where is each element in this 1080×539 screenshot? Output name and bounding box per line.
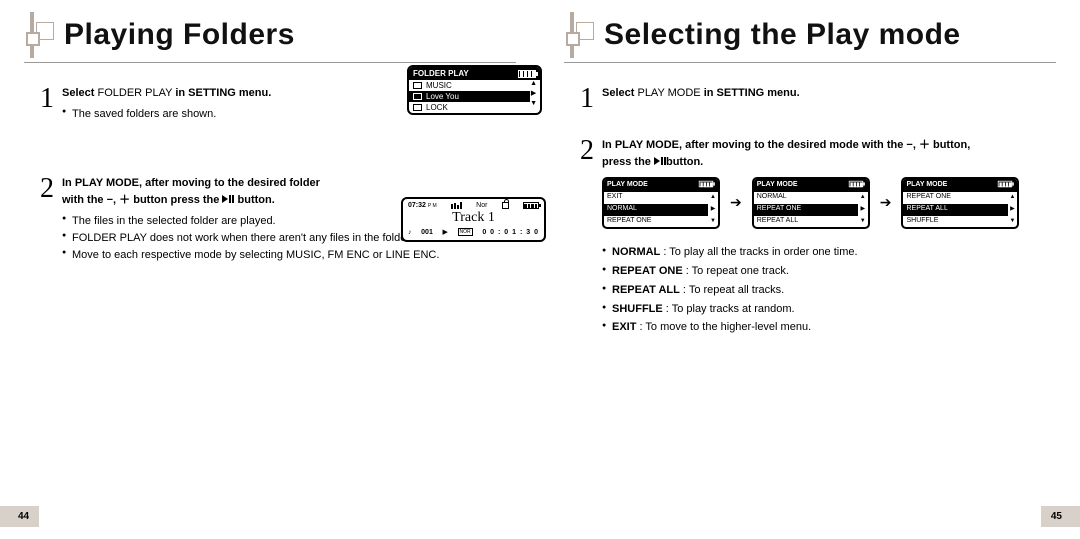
folder-icon: [413, 104, 422, 111]
list-item-selected: REPEAT ALL: [903, 204, 1007, 216]
play-pause-icon: [654, 157, 666, 165]
desc-item: REPEAT ALL : To repeat all tracks.: [602, 281, 1040, 300]
heading-row: Selecting the Play mode: [540, 0, 1080, 58]
manual-spread: Playing Folders 1 Select FOLDER PLAY in …: [0, 0, 1080, 539]
scroll-arrows-icon: ▲▶▼: [708, 192, 718, 228]
desc-item: REPEAT ONE : To repeat one track.: [602, 262, 1040, 281]
lead-post: button.: [234, 194, 274, 206]
folder-play-screen: FOLDER PLAY MUSIC Love You LOCK ▲▶▼: [407, 65, 542, 115]
page-number: 45: [1041, 506, 1080, 527]
battery-icon: [699, 181, 713, 187]
page-right: Selecting the Play mode 1 Select PLAY MO…: [540, 0, 1080, 539]
desc-item: SHUFFLE : To play tracks at random.: [602, 300, 1040, 319]
scroll-arrows-icon: ▲▶▼: [530, 80, 540, 113]
battery-icon: [518, 70, 536, 78]
lead-pre: with the: [62, 194, 107, 206]
play-pause-icon: [222, 195, 234, 203]
list-item: SHUFFLE: [903, 216, 1007, 228]
list-item: REPEAT ALL: [754, 216, 858, 228]
play-mode-screen: PLAY MODE NORMAL REPEAT ONE REPEAT ALL ▲…: [752, 177, 870, 229]
mode-descriptions: NORMAL : To play all the tracks in order…: [602, 243, 1040, 336]
lock-icon: [502, 202, 509, 209]
step-number: 2: [580, 137, 594, 165]
lcd-title: PLAY MODE: [757, 180, 798, 191]
play-icon: ▶: [443, 228, 448, 236]
lcd-title: PLAY MODE: [906, 180, 947, 191]
list-item: REPEAT ONE: [903, 192, 1007, 204]
arrow-right-icon: ➔: [880, 192, 892, 214]
note-icon: ♪: [408, 229, 412, 236]
step1-lead: Select PLAY MODE in SETTING menu.: [602, 85, 1040, 102]
lead-bold: Select: [62, 87, 94, 99]
eq-label: Nor: [476, 202, 487, 209]
step-number: 2: [40, 175, 54, 203]
elapsed-time: 0 0 : 0 1 : 3 0: [482, 229, 539, 236]
lead-mid: button press the: [130, 194, 222, 206]
list-item: EXIT: [604, 192, 708, 204]
bullet: Move to each respective mode by selectin…: [62, 247, 500, 264]
play-mode-screen: PLAY MODE EXIT NORMAL REPEAT ONE ▲▶▼: [602, 177, 720, 229]
mode-badge: NOR: [458, 228, 473, 236]
scroll-arrows-icon: ▲▶▼: [858, 192, 868, 228]
page-title: Selecting the Play mode: [604, 18, 961, 52]
battery-icon: [849, 181, 863, 187]
play-mode-screens: PLAY MODE EXIT NORMAL REPEAT ONE ▲▶▼ ➔: [602, 177, 1040, 229]
battery-icon: [523, 202, 539, 209]
step-number: 1: [580, 85, 594, 113]
plus-icon: ＋: [119, 194, 130, 206]
list-item-selected: NORMAL: [604, 204, 708, 216]
step-2: 2 In PLAY MODE, after moving to the desi…: [580, 137, 1040, 337]
folder-icon: [413, 93, 422, 100]
folder-icon: [413, 82, 422, 89]
step-1: 1 Select PLAY MODE in SETTING menu.: [580, 85, 1040, 113]
plus-icon: ＋: [919, 139, 930, 151]
page-left: Playing Folders 1 Select FOLDER PLAY in …: [0, 0, 540, 539]
page-number: 44: [0, 506, 39, 527]
lead-bold: Select: [602, 87, 634, 99]
lead-tail: in SETTING menu.: [175, 87, 271, 99]
scroll-arrows-icon: ▲▶▼: [1008, 192, 1018, 228]
step-number: 1: [40, 85, 54, 113]
lcd-title: PLAY MODE: [607, 180, 648, 191]
desc-item: EXIT : To move to the higher-level menu.: [602, 318, 1040, 337]
heading-row: Playing Folders: [0, 0, 540, 58]
play-mode-screen: PLAY MODE REPEAT ONE REPEAT ALL SHUFFLE …: [901, 177, 1019, 229]
now-playing-screen: 07:32 P M Nor Track 1 ♪ 001 ▶ NOR 0 0 : …: [401, 197, 546, 242]
clock: 07:32: [408, 202, 426, 209]
list-item: NORMAL: [754, 192, 858, 204]
list-item-selected: REPEAT ONE: [754, 204, 858, 216]
track-title: Track 1: [408, 210, 539, 226]
step2-lead: In PLAY MODE, after moving to the desire…: [602, 137, 1040, 171]
lead-tail: in SETTING menu.: [704, 87, 800, 99]
battery-icon: [998, 181, 1012, 187]
folder-row-selected: Love You: [409, 91, 530, 102]
page-title: Playing Folders: [64, 18, 295, 52]
lead-post: button,: [930, 139, 970, 151]
lcd-title: FOLDER PLAY: [413, 69, 469, 78]
list-item: REPEAT ONE: [604, 216, 708, 228]
folder-row: LOCK: [409, 102, 530, 113]
ampm: P M: [428, 203, 437, 209]
equalizer-icon: [451, 202, 462, 209]
lead-rest: PLAY MODE: [634, 87, 703, 99]
folder-row: MUSIC: [409, 80, 530, 91]
heading-ornament-icon: [560, 12, 596, 58]
lead-rest: FOLDER PLAY: [94, 87, 175, 99]
lead-b-post: button.: [666, 156, 703, 168]
arrow-right-icon: ➔: [730, 192, 742, 214]
lead-pre: In PLAY MODE, after moving to the desire…: [602, 139, 906, 151]
heading-ornament-icon: [20, 12, 56, 58]
lead-b-pre: press the: [602, 156, 654, 168]
lead-line1: In PLAY MODE, after moving to the desire…: [62, 177, 320, 189]
track-index: 001: [421, 229, 433, 236]
desc-item: NORMAL : To play all the tracks in order…: [602, 243, 1040, 262]
